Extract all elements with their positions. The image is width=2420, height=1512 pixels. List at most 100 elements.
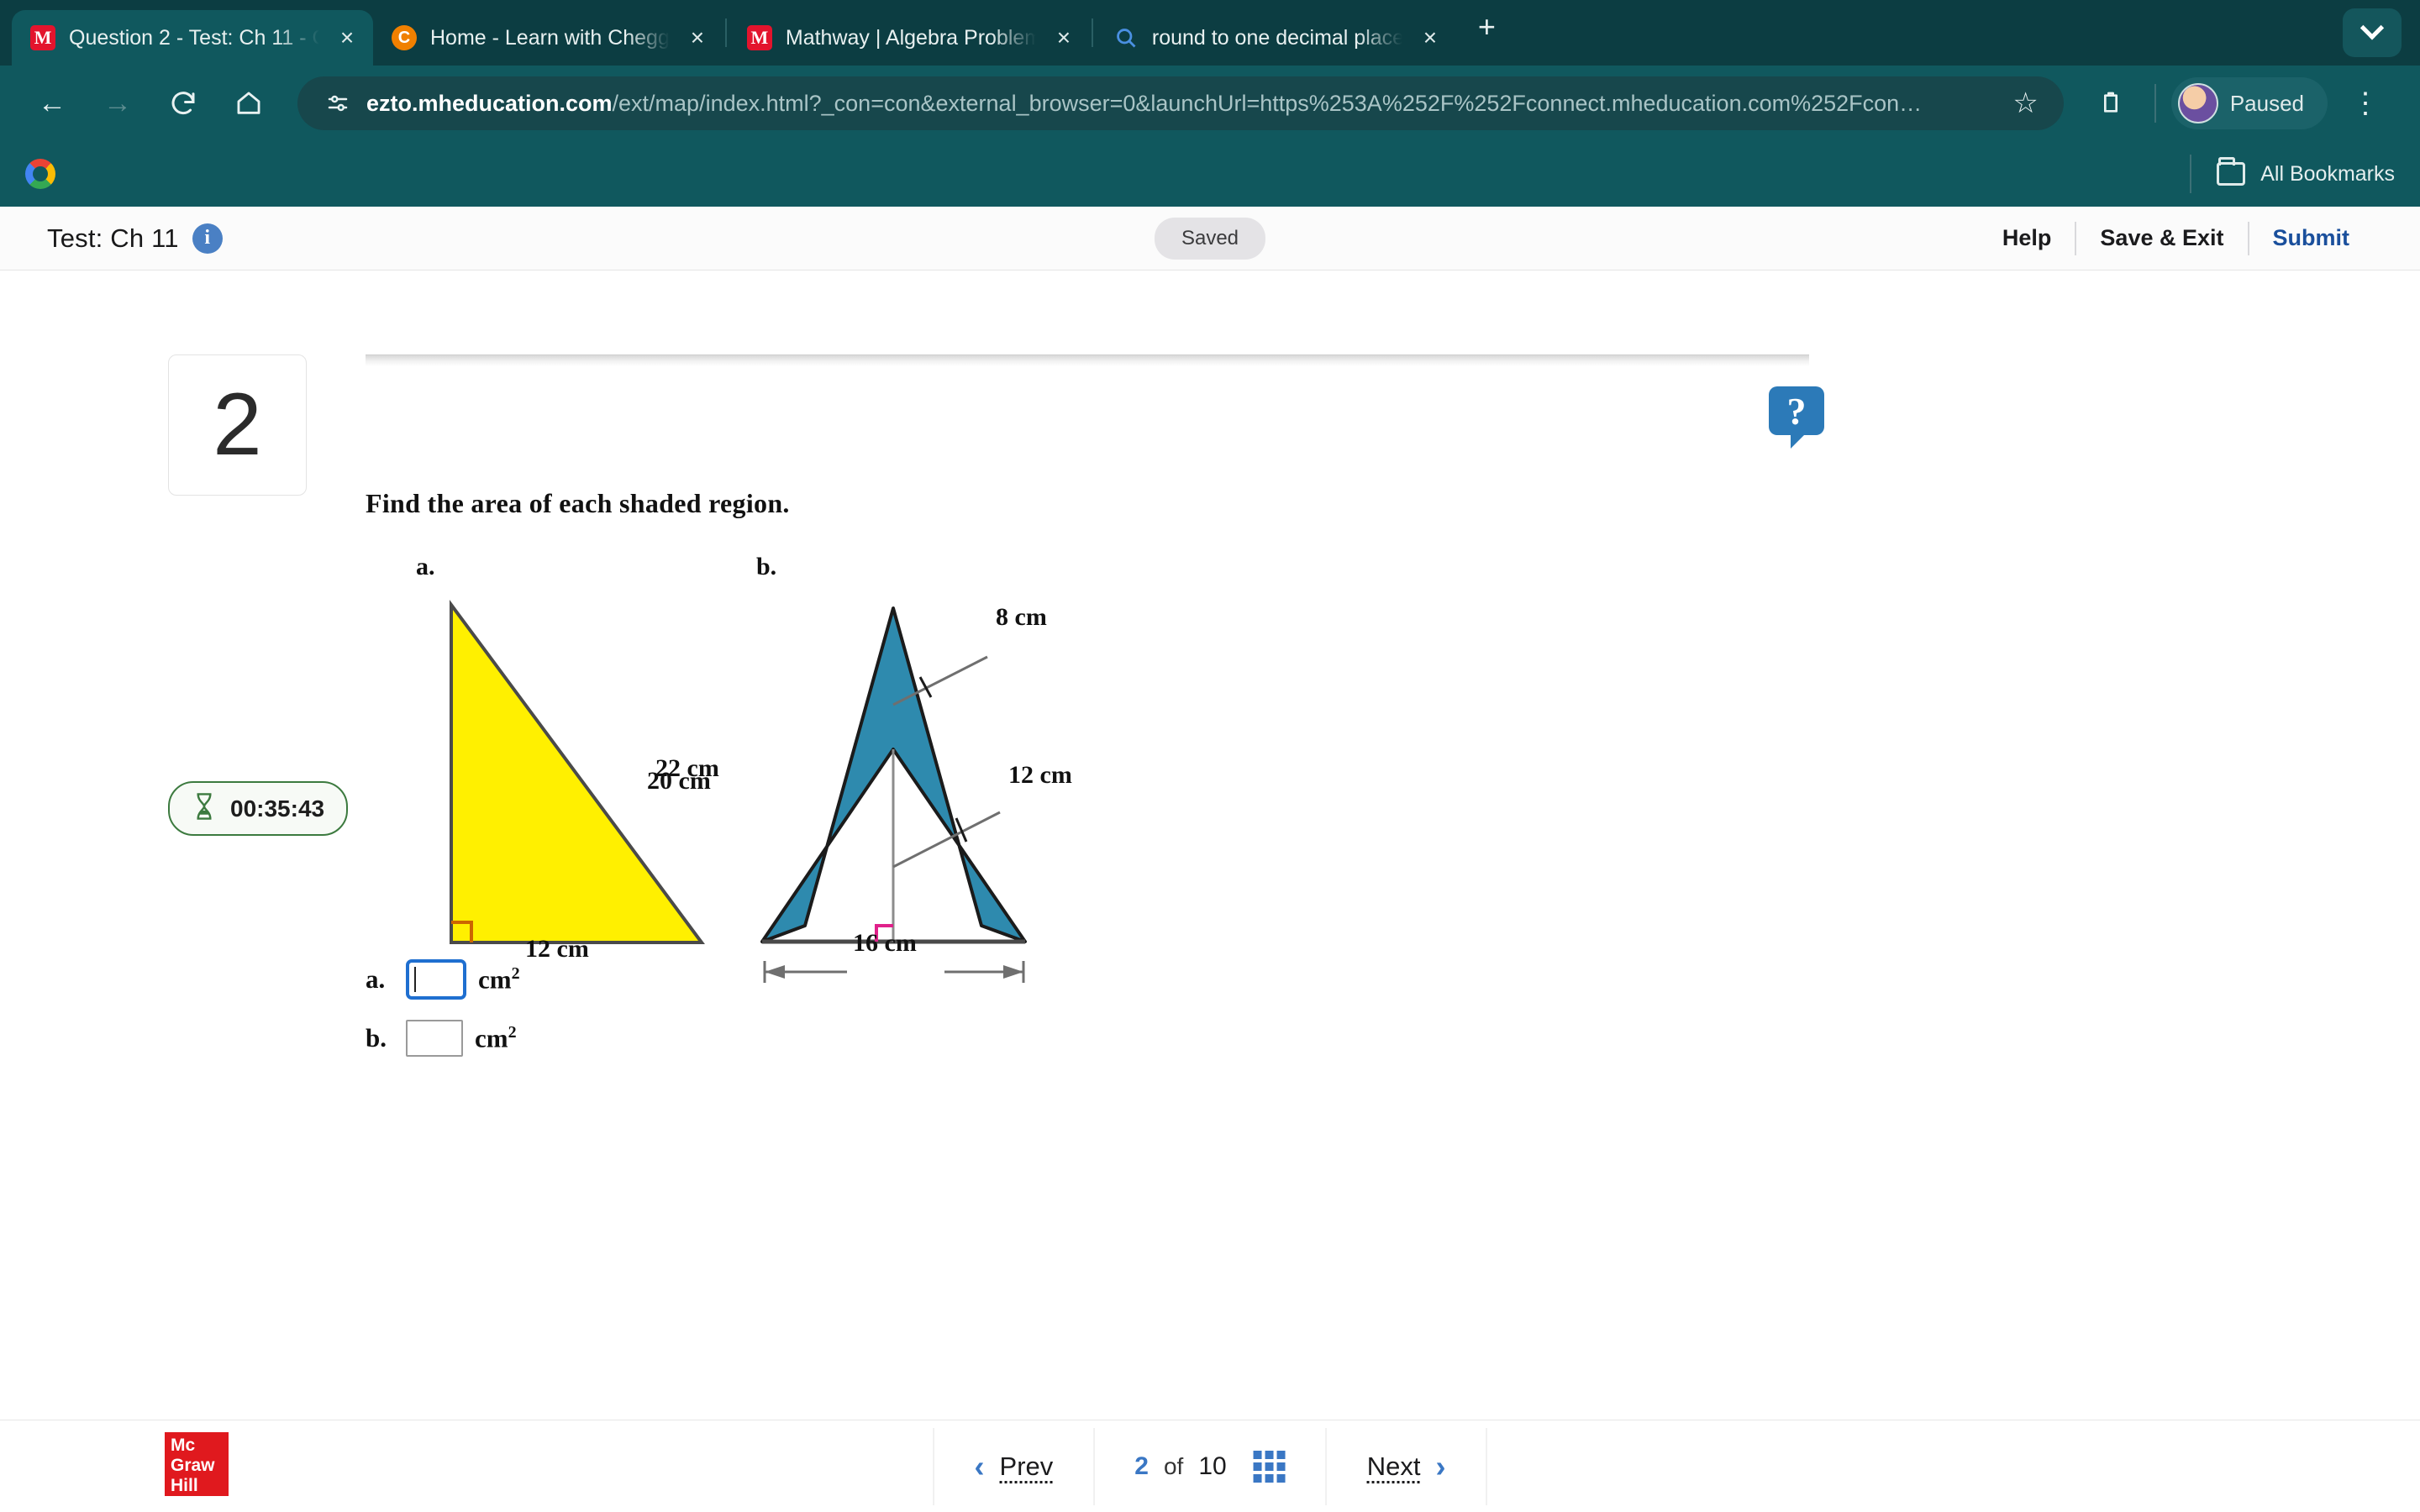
answer-section: a. cm2 b. cm2 <box>366 959 520 1077</box>
page-content: Test: Ch 11 i Saved Help Save & Exit Sub… <box>0 207 2420 1512</box>
tab-close-button[interactable]: × <box>683 26 712 50</box>
tab-close-button[interactable]: × <box>1050 26 1078 50</box>
question-top-divider <box>366 354 1809 366</box>
url-path: /ext/map/index.html?_con=con&external_br… <box>612 90 1923 116</box>
submit-button[interactable]: Submit <box>2249 225 2374 251</box>
figures-container: a. 20 cm 12 cm b. 8 cm 22 cm 12 cm 16 cm <box>366 553 2370 998</box>
question-help-icon[interactable]: ? <box>1769 386 1824 449</box>
tab-divider <box>724 18 727 47</box>
unit-text: cm <box>478 964 512 995</box>
profile-label: Paused <box>2229 90 2304 116</box>
url-host: ezto.mheducation.com <box>366 90 613 116</box>
site-settings-icon[interactable] <box>319 91 356 116</box>
tab-title: round to one decimal place ex <box>1151 25 1402 50</box>
address-bar[interactable]: ezto.mheducation.com/ext/map/index.html?… <box>297 76 2064 130</box>
bookmarks-bar: All Bookmarks <box>0 141 2420 207</box>
mheducation-icon: M <box>30 25 55 50</box>
unit-exponent: 2 <box>511 963 520 983</box>
logo-line-1: Mc <box>171 1436 196 1455</box>
forward-button[interactable]: → <box>87 73 148 134</box>
all-bookmarks-button[interactable]: All Bookmarks <box>2180 155 2395 193</box>
bookmarks-left-group <box>25 159 55 189</box>
toolbar-divider <box>2154 84 2156 123</box>
grid-icon[interactable] <box>1253 1450 1286 1483</box>
new-tab-button[interactable]: + <box>1456 12 1518 42</box>
bookmarks-divider <box>2190 155 2192 193</box>
page-indicator[interactable]: 2 of 10 <box>1093 1427 1325 1505</box>
extensions-icon[interactable] <box>2082 90 2139 117</box>
tab-title: Mathway | Algebra Problem S <box>785 25 1036 50</box>
figure-a-label: a. <box>416 553 435 580</box>
prev-button[interactable]: ‹ Prev <box>933 1427 1094 1505</box>
answer-row-b: b. cm2 <box>366 1020 520 1057</box>
timer: 00:35:43 <box>168 781 349 836</box>
all-bookmarks-label: All Bookmarks <box>2260 161 2395 186</box>
profile-button[interactable]: Paused <box>2170 77 2328 129</box>
back-button[interactable]: ← <box>22 73 82 134</box>
browser-tab-1[interactable]: C Home - Learn with Chegg × <box>373 10 723 66</box>
answer-a-input[interactable] <box>406 959 466 1000</box>
figure-b-graphic <box>760 606 1027 984</box>
prev-label: Prev <box>999 1451 1054 1481</box>
search-icon <box>1113 25 1139 50</box>
app-header: Test: Ch 11 i Saved Help Save & Exit Sub… <box>0 207 2420 270</box>
browser-tab-3[interactable]: round to one decimal place ex × <box>1095 10 1456 66</box>
tab-search-button[interactable] <box>2343 8 2402 57</box>
answer-a-letter: a. <box>366 964 386 994</box>
tab-close-button[interactable]: × <box>333 26 361 50</box>
browser-menu-button[interactable]: ⋮ <box>2333 89 2398 117</box>
browser-tab-2[interactable]: M Mathway | Algebra Problem S × <box>729 10 1090 66</box>
mathway-icon: M <box>746 25 772 50</box>
header-actions: Help Save & Exit Submit <box>1979 221 2374 255</box>
folder-icon <box>2217 157 2246 186</box>
browser-tab-0[interactable]: M Question 2 - Test: Ch 11 - Con × <box>12 10 373 66</box>
unit-text: cm <box>475 1023 508 1053</box>
answer-b-unit: cm2 <box>475 1023 517 1053</box>
status-badge: Saved <box>1154 217 1266 260</box>
question-body: 2 00:35:43 ? Find the area of each shade… <box>0 270 2420 1420</box>
figure-b-dim-8cm: 8 cm <box>996 603 1047 631</box>
total-pages: 10 <box>1198 1452 1227 1480</box>
question-number: 2 <box>168 354 307 496</box>
tab-strip: M Question 2 - Test: Ch 11 - Con × C Hom… <box>0 0 2420 66</box>
figure-b-dim-16cm: 16 cm <box>853 929 917 957</box>
figure-b-dim-22cm: 22 cm <box>655 754 719 782</box>
chevron-right-icon: › <box>1435 1448 1446 1483</box>
chevron-left-icon: ‹ <box>974 1448 985 1483</box>
chevron-down-icon <box>2360 16 2385 40</box>
current-page: 2 <box>1134 1452 1149 1480</box>
answer-b-input[interactable] <box>406 1020 463 1057</box>
chegg-icon: C <box>392 25 417 50</box>
pager: ‹ Prev 2 of 10 Next › <box>933 1427 1487 1505</box>
answer-row-a: a. cm2 <box>366 959 520 1000</box>
tab-divider <box>1091 18 1093 47</box>
question-content: ? Find the area of each shaded region. a… <box>366 354 2370 1057</box>
bookmark-star-icon[interactable]: ☆ <box>1999 87 2051 120</box>
help-button[interactable]: Help <box>1979 225 2075 251</box>
avatar <box>2177 83 2218 123</box>
figure-b-label: b. <box>756 553 777 580</box>
of-label: of <box>1163 1452 1184 1479</box>
text-caret <box>414 967 416 992</box>
save-and-exit-button[interactable]: Save & Exit <box>2076 225 2247 251</box>
figure-b: b. 8 cm 22 cm 12 cm 16 cm <box>655 553 1151 993</box>
logo-line-3: Hill <box>171 1476 198 1495</box>
page-title: Test: Ch 11 <box>47 223 179 253</box>
tab-title: Question 2 - Test: Ch 11 - Con <box>69 25 319 50</box>
google-icon[interactable] <box>25 159 55 189</box>
tab-title: Home - Learn with Chegg <box>430 25 670 50</box>
figure-b-dim-12cm: 12 cm <box>1008 761 1072 789</box>
next-button[interactable]: Next › <box>1325 1427 1487 1505</box>
hourglass-icon <box>192 792 217 825</box>
url-text: ezto.mheducation.com/ext/map/index.html?… <box>356 91 1999 117</box>
mcgraw-hill-logo: Mc Graw Hill <box>165 1432 229 1496</box>
reload-button[interactable] <box>153 73 213 134</box>
next-label: Next <box>1366 1451 1421 1481</box>
info-icon[interactable]: i <box>192 223 223 254</box>
unit-exponent: 2 <box>508 1022 517 1042</box>
answer-b-letter: b. <box>366 1023 387 1053</box>
timer-text: 00:35:43 <box>230 795 325 822</box>
tab-close-button[interactable]: × <box>1416 26 1444 50</box>
browser-window: M Question 2 - Test: Ch 11 - Con × C Hom… <box>0 0 2420 1512</box>
home-button[interactable] <box>218 73 279 134</box>
